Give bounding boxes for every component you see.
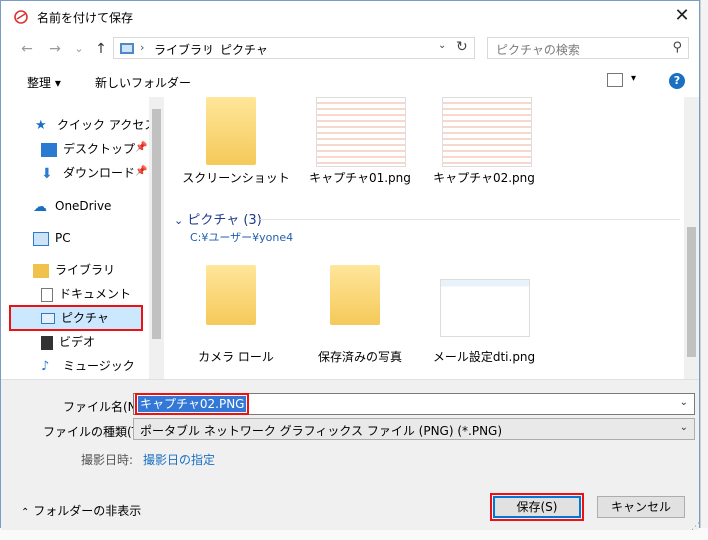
folder-icon [330, 265, 380, 325]
search-input[interactable]: ピクチャの検索 ⚲ [487, 37, 689, 59]
window-title: 名前を付けて保存 [37, 11, 134, 25]
forward-icon[interactable]: → [45, 39, 65, 59]
sidebar-item-label: ダウンロード [63, 166, 136, 180]
group-title: ピクチャ (3) [187, 213, 262, 228]
item-label: 保存済みの写真 [317, 350, 402, 364]
app-icon [14, 10, 28, 24]
chevron-down-icon: ⌄ [679, 422, 688, 433]
background-window [700, 0, 708, 540]
sidebar-item-videos[interactable]: ビデオ [41, 331, 95, 353]
pin-icon: 📌 [135, 142, 148, 153]
chevron-right-icon: › [140, 41, 145, 54]
pin-icon: 📌 [135, 166, 148, 177]
picture-icon [41, 313, 55, 324]
navigation-scrollbar[interactable] [149, 97, 164, 379]
up-icon[interactable]: ↑ [91, 39, 111, 59]
sidebar-item-pictures[interactable]: ピクチャ [9, 305, 143, 331]
item-label: キャプチャ02.png [433, 171, 535, 185]
chevron-up-icon: ⌃ [21, 507, 30, 518]
image-thumbnail [440, 279, 530, 337]
sidebar-item-libraries[interactable]: ライブラリ [33, 259, 115, 281]
sidebar-item-label: デスクトップ [63, 142, 136, 156]
download-icon: ⬇ [41, 165, 53, 182]
item-label: キャプチャ01.png [309, 171, 411, 185]
recent-locations-icon[interactable]: ⌄ [69, 39, 89, 59]
content-scrollbar[interactable] [684, 97, 699, 379]
sidebar-item-label: ピクチャ [61, 311, 109, 325]
sidebar-item-label: ドキュメント [59, 287, 132, 301]
sidebar-item-label: PC [55, 231, 71, 245]
sidebar-item-downloads[interactable]: ⬇ ダウンロード [41, 162, 135, 184]
save-button[interactable]: 保存(S) [490, 493, 584, 521]
item-label: メール設定dti.png [432, 350, 536, 364]
sidebar-item-label: ライブラリ [55, 263, 116, 277]
date-label: 撮影日時: [81, 453, 134, 467]
help-icon[interactable]: ? [669, 73, 685, 89]
item-label: カメラ ロール [198, 350, 274, 364]
navigation-bar: ← → ⌄ ↑ › ライブラリ › ピクチャ ⌄ ↻ ピクチャの検索 ⚲ [1, 33, 699, 65]
sidebar-item-documents[interactable]: ドキュメント [41, 283, 131, 305]
date-link[interactable]: 撮影日の指定 [143, 451, 215, 468]
group-header[interactable]: ⌄ ピクチャ (3) [174, 209, 262, 228]
sidebar-item-quick-access[interactable]: ★ クイック アクセス [35, 114, 156, 136]
organize-button[interactable]: 整理 ▾ [27, 74, 61, 91]
chevron-right-icon: › [206, 41, 211, 54]
cloud-icon: ☁ [33, 198, 47, 215]
folder-icon [120, 43, 134, 54]
sidebar-item-label: OneDrive [55, 199, 112, 213]
chevron-down-icon[interactable]: ⌄ [438, 40, 446, 51]
sidebar-item-label: ミュージック [63, 359, 135, 373]
sidebar-item-music[interactable]: ♪ ミュージック [41, 355, 135, 377]
scrollbar-thumb[interactable] [687, 227, 696, 357]
hide-folders-label: フォルダーの非表示 [33, 504, 142, 518]
image-thumbnail [442, 97, 532, 167]
sidebar-item-label: クイック アクセス [57, 118, 157, 132]
search-placeholder: ピクチャの検索 [496, 43, 580, 57]
toolbar: 整理 ▾ 新しいフォルダー ▾ ? [1, 67, 699, 97]
filename-field[interactable]: キャプチャ02.PNG ⌄ [133, 393, 695, 415]
breadcrumb-pictures[interactable]: ピクチャ [220, 41, 268, 58]
navigation-pane: ★ クイック アクセス デスクトップ 📌 ⬇ ダウンロード 📌 ☁ OneDrive … [1, 97, 164, 379]
view-dropdown-icon[interactable]: ▾ [631, 73, 636, 84]
refresh-icon[interactable]: ↻ [456, 39, 468, 55]
scrollbar-thumb[interactable] [152, 109, 161, 339]
sidebar-item-pc[interactable]: PC [33, 227, 71, 249]
filetype-value: ポータブル ネットワーク グラフィックス ファイル (PNG) (*.PNG) [140, 424, 503, 438]
music-icon: ♪ [41, 358, 50, 374]
folder-icon [206, 265, 256, 325]
sidebar-item-onedrive[interactable]: ☁ OneDrive [33, 195, 111, 217]
group-path: C:¥ユーザー¥yone4 [190, 231, 294, 244]
item-label: スクリーンショット [182, 171, 290, 185]
filetype-select[interactable]: ポータブル ネットワーク グラフィックス ファイル (PNG) (*.PNG) … [133, 418, 695, 440]
save-as-dialog: 名前を付けて保存 ✕ ← → ⌄ ↑ › ライブラリ › ピクチャ ⌄ ↻ ピク… [0, 0, 700, 532]
chevron-down-icon[interactable]: ⌄ [680, 397, 688, 408]
chevron-down-icon: ⌄ [174, 214, 184, 227]
sidebar-item-label: ビデオ [59, 335, 96, 349]
file-list: スクリーンショット キャプチャ01.png キャプチャ02.png ⌄ ピクチャ… [164, 97, 684, 379]
breadcrumb-library[interactable]: ライブラリ [154, 41, 214, 58]
group-divider [260, 219, 680, 220]
address-bar[interactable]: › ライブラリ › ピクチャ ⌄ ↻ [113, 37, 475, 59]
star-icon: ★ [35, 117, 47, 133]
image-thumbnail [316, 97, 406, 167]
search-icon: ⚲ [672, 40, 682, 55]
folder-icon [206, 97, 256, 165]
library-icon [33, 263, 49, 278]
desktop-icon [41, 142, 57, 157]
new-folder-button[interactable]: 新しいフォルダー [95, 74, 191, 91]
video-icon [41, 335, 53, 350]
cancel-button[interactable]: キャンセル [597, 496, 685, 518]
sidebar-item-desktop[interactable]: デスクトップ [41, 138, 135, 160]
computer-icon [33, 231, 49, 246]
close-button[interactable]: ✕ [665, 3, 699, 29]
title-bar: 名前を付けて保存 ✕ [1, 1, 699, 31]
back-icon[interactable]: ← [17, 39, 37, 59]
filename-value: キャプチャ02.PNG [134, 393, 250, 415]
save-form: ファイル名(N): キャプチャ02.PNG ⌄ ファイルの種類(T): ポータブ… [1, 379, 700, 532]
hide-folders-button[interactable]: ⌃ フォルダーの非表示 [21, 502, 141, 519]
view-icon[interactable] [607, 73, 623, 87]
resize-grip-icon[interactable]: ⋰ [691, 522, 700, 532]
document-icon [41, 287, 53, 302]
